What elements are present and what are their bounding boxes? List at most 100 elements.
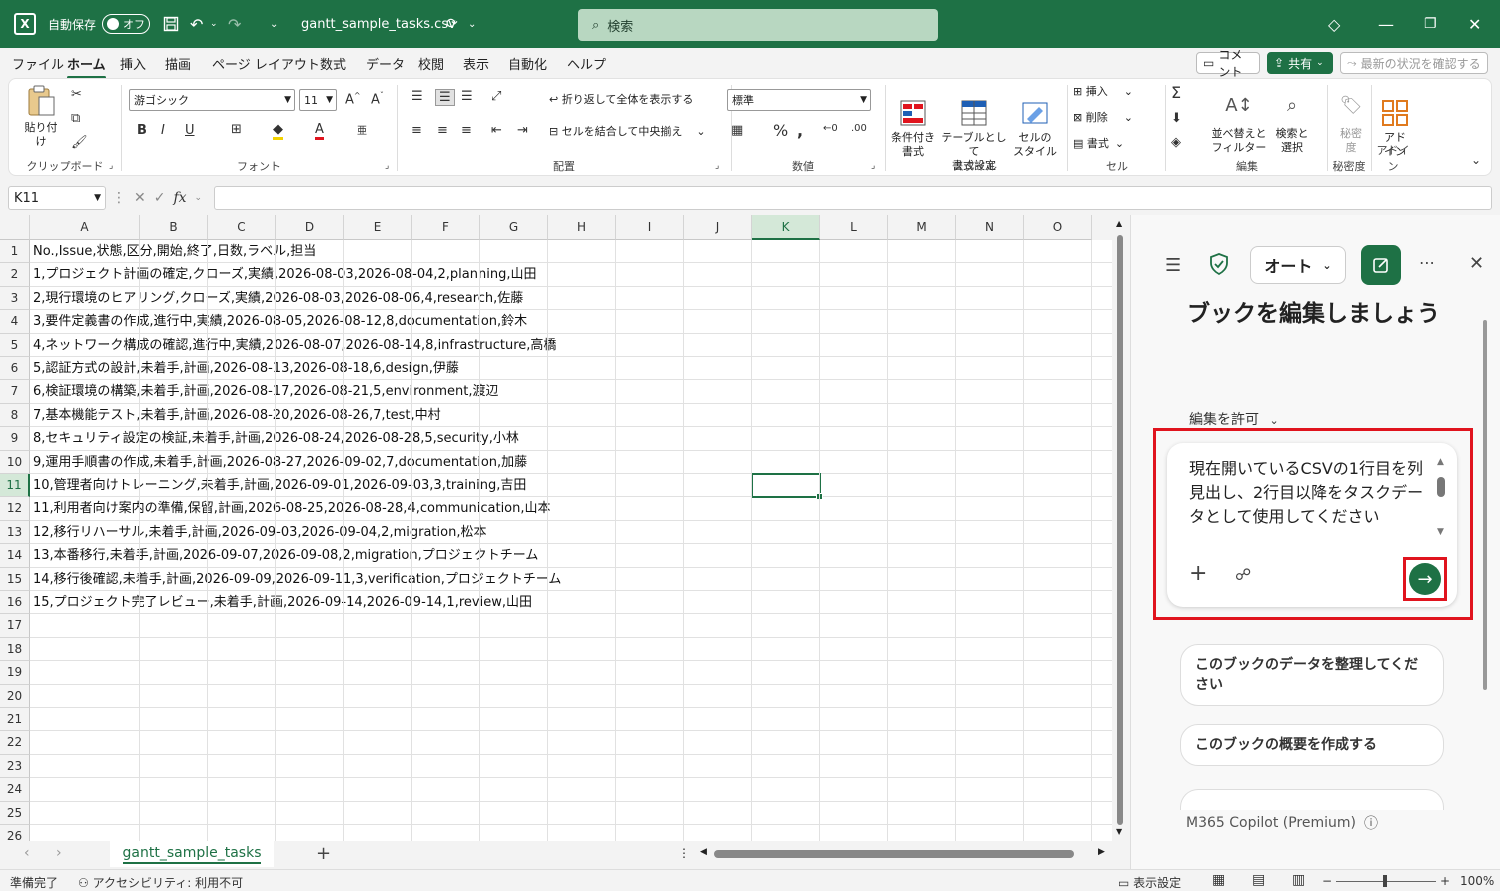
cell-A12[interactable]: 11,利用者向け案内の準備,保留,計画,2026-08-25,2026-08-2… (33, 497, 551, 520)
connect-icon[interactable]: ☍ (1235, 565, 1251, 584)
increase-indent-icon[interactable]: ⇥ (517, 123, 528, 138)
row-header-10[interactable]: 10 (0, 450, 30, 474)
tab-home[interactable]: ホーム (67, 54, 106, 79)
zoom-out-icon[interactable]: − (1322, 874, 1332, 888)
row-header-2[interactable]: 2 (0, 263, 30, 287)
row-header-12[interactable]: 12 (0, 497, 30, 521)
italic-icon[interactable]: I (161, 123, 165, 138)
file-menu-chevron-icon[interactable]: ⌄ (468, 0, 476, 48)
row-header-19[interactable]: 19 (0, 661, 30, 685)
suggestion-summary[interactable]: このブックの概要を作成する (1180, 724, 1444, 766)
cell-A5[interactable]: 4,ネットワーク構成の確認,進行中,実績,2026-08-07,2026-08-… (33, 334, 556, 357)
tab-draw[interactable]: 描画 (165, 54, 191, 73)
row-header-23[interactable]: 23 (0, 754, 30, 779)
vertical-scrollbar[interactable]: ▲ ▼ (1112, 215, 1128, 841)
column-header-A[interactable]: A (30, 215, 140, 240)
undo-icon[interactable]: ↶ (190, 0, 203, 48)
sheet-options-icon[interactable]: ⋮ (678, 846, 690, 860)
worksheet-grid[interactable]: ABCDEFGHIJKLMNO 1 No.,Issue,状態,区分,開始,終了,日… (0, 215, 1112, 841)
column-header-L[interactable]: L (820, 215, 888, 240)
row-header-15[interactable]: 15 (0, 567, 30, 591)
row-header-25[interactable]: 25 (0, 801, 30, 825)
add-attachment-icon[interactable]: + (1189, 561, 1207, 586)
phonetic-icon[interactable]: 亜 (357, 122, 367, 137)
wrap-text-button[interactable]: ↩ 折り返して全体を表示する (549, 93, 693, 107)
row-header-24[interactable]: 24 (0, 778, 30, 802)
tab-data[interactable]: データ (366, 54, 405, 73)
row-header-5[interactable]: 5 (0, 333, 30, 357)
ribbon-collapse-icon[interactable]: ⌄ (1471, 153, 1481, 167)
add-sheet-button[interactable]: + (316, 843, 331, 864)
cut-icon[interactable]: ✂ (71, 87, 82, 102)
column-header-J[interactable]: J (684, 215, 752, 240)
sync-status-icon[interactable]: ⟳ (446, 0, 458, 48)
formula-input[interactable] (214, 186, 1492, 210)
autosum-icon[interactable]: Σ (1171, 83, 1181, 102)
horizontal-scrollbar[interactable]: ◀ ▶ (700, 847, 1112, 859)
column-header-D[interactable]: D (276, 215, 344, 240)
find-select-button[interactable]: ⌕ 検索と 選択 (1271, 85, 1313, 169)
column-header-H[interactable]: H (548, 215, 616, 240)
normal-view-icon[interactable]: ▦ (1212, 872, 1225, 888)
tab-page-layout[interactable]: ページ レイアウト (212, 54, 320, 73)
column-header-I[interactable]: I (616, 215, 684, 240)
new-chat-button[interactable] (1361, 245, 1401, 285)
catch-up-button[interactable]: ⤳ 最新の状況を確認する (1340, 52, 1488, 74)
cell-A4[interactable]: 3,要件定義書の作成,進行中,実績,2026-08-05,2026-08-12,… (33, 310, 527, 333)
accessibility-status[interactable]: ⚇ アクセシビリティ: 利用不可 (78, 874, 243, 891)
row-header-20[interactable]: 20 (0, 684, 30, 708)
display-settings-button[interactable]: ▭ 表示設定 (1118, 874, 1181, 891)
font-name-select[interactable]: 游ゴシック ▼ (129, 89, 295, 111)
increase-font-icon[interactable]: A^ (345, 91, 361, 107)
page-break-view-icon[interactable]: ▥ (1292, 872, 1305, 888)
cell-A2[interactable]: 1,プロジェクト計画の確定,クローズ,実績,2026-08-03,2026-08… (33, 263, 536, 286)
borders-icon[interactable]: ⊞ (231, 122, 242, 137)
row-header-4[interactable]: 4 (0, 310, 30, 334)
row-header-8[interactable]: 8 (0, 403, 30, 428)
cell-A10[interactable]: 9,運用手順書の作成,未着手,計画,2026-08-27,2026-09-02,… (33, 451, 527, 474)
row-header-1[interactable]: 1 (0, 240, 30, 264)
cell-A7[interactable]: 6,検証環境の構築,未着手,計画,2026-08-17,2026-08-21,5… (33, 380, 499, 403)
autosave-toggle[interactable]: オフ (102, 0, 150, 48)
row-header-3[interactable]: 3 (0, 286, 30, 311)
row-header-14[interactable]: 14 (0, 544, 30, 568)
sensitivity-button[interactable]: 🏷 秘密 度 (1333, 85, 1369, 169)
alignment-launcher-icon[interactable]: ⌟ (715, 161, 719, 171)
increase-decimal-icon[interactable]: ←0 (823, 123, 838, 134)
align-left-icon[interactable]: ≡ (411, 123, 422, 138)
row-header-17[interactable]: 17 (0, 614, 30, 638)
orientation-icon[interactable]: ⤢ (491, 89, 501, 104)
column-header-M[interactable]: M (888, 215, 956, 240)
decrease-indent-icon[interactable]: ⇤ (491, 123, 502, 138)
align-center-icon[interactable]: ≡ (437, 123, 448, 138)
font-color-icon[interactable]: A (315, 122, 324, 140)
row-header-16[interactable]: 16 (0, 591, 30, 615)
tab-formulas[interactable]: 数式 (320, 54, 346, 73)
cell-A13[interactable]: 12,移行リハーサル,未着手,計画,2026-09-03,2026-09-04,… (33, 521, 486, 544)
file-name[interactable]: gantt_sample_tasks.csv (301, 0, 456, 48)
send-button[interactable]: → (1409, 563, 1441, 595)
zoom-in-icon[interactable]: + (1440, 874, 1450, 888)
allow-edit-dropdown[interactable]: 編集を許可 ⌄ (1189, 409, 1279, 429)
column-header-C[interactable]: C (208, 215, 276, 240)
customize-toolbar-icon[interactable]: ⌄ (270, 0, 278, 48)
comment-button[interactable]: ▭ コメント (1196, 48, 1260, 79)
prev-sheet-icon[interactable]: ‹ (24, 845, 30, 861)
sort-filter-button[interactable]: A↕ 並べ替えと フィルター (1211, 85, 1267, 169)
insert-function-icon[interactable]: fx (173, 190, 186, 206)
chevron-down-icon[interactable]: ⌄ (195, 193, 203, 203)
column-header-K[interactable]: K (752, 215, 820, 240)
search-box[interactable]: ⌕ 検索 (578, 9, 938, 41)
delete-cells-button[interactable]: ⊠ 削除 ⌄ (1073, 111, 1133, 125)
underline-icon[interactable]: U (185, 123, 195, 138)
column-header-O[interactable]: O (1024, 215, 1092, 240)
number-format-select[interactable]: 標準 ▼ (727, 89, 871, 111)
save-icon[interactable] (163, 0, 179, 48)
font-size-select[interactable]: 11 ▼ (299, 89, 337, 111)
cell-A14[interactable]: 13,本番移行,未着手,計画,2026-09-07,2026-09-08,2,m… (33, 544, 538, 567)
prompt-scroll-down-icon[interactable]: ▼ (1437, 527, 1444, 537)
format-painter-icon[interactable]: 🖌 (71, 135, 88, 150)
align-middle-icon[interactable]: ☰ (435, 89, 455, 106)
column-header-E[interactable]: E (344, 215, 412, 240)
next-sheet-icon[interactable]: › (56, 845, 62, 861)
